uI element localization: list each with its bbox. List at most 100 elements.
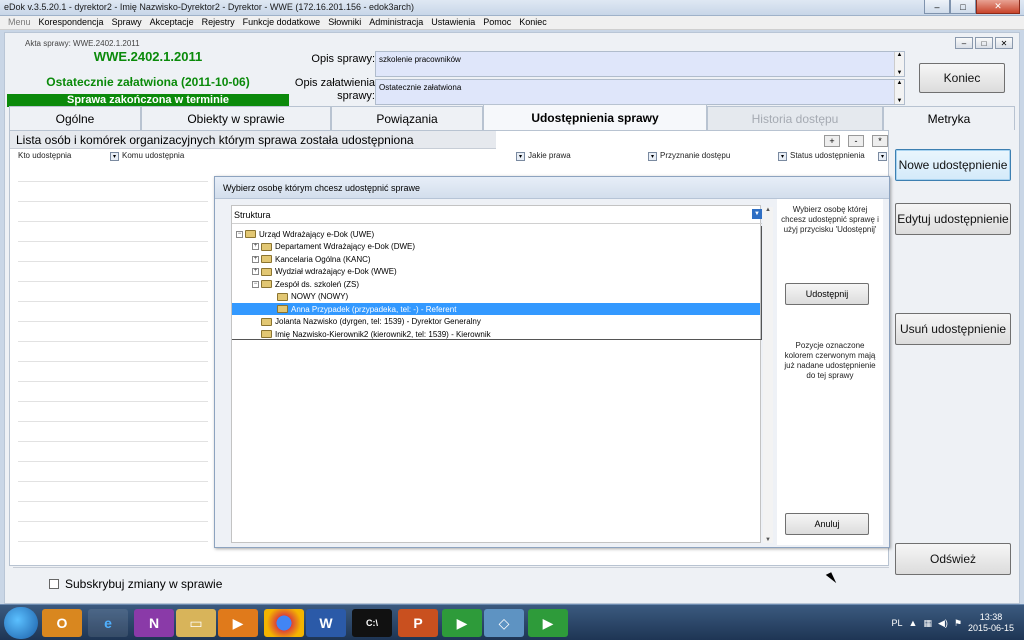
menu-item-korespondencja[interactable]: Korespondencja [35, 16, 108, 29]
odswiez-button[interactable]: Odśwież [895, 543, 1011, 575]
scroll-up-icon[interactable]: ▲ [897, 52, 903, 58]
edok-icon[interactable]: ▶ [442, 609, 482, 637]
tree-node[interactable]: NOWY (NOWY) [232, 291, 348, 303]
edok-icon-2[interactable]: ▶ [528, 609, 568, 637]
scroll-down-icon[interactable]: ▼ [765, 537, 771, 543]
powerpoint-icon[interactable]: P [398, 609, 438, 637]
media-icon[interactable]: ▶ [218, 609, 258, 637]
tree-node[interactable]: + Kancelaria Ogólna (KANC) [232, 253, 371, 265]
toggle-all-button[interactable]: * [872, 135, 888, 147]
opis-sprawy-scrollbar[interactable]: ▲ ▼ [894, 52, 904, 76]
opis-zalatwienia-scrollbar[interactable]: ▲ ▼ [894, 80, 904, 104]
column-filter-icon[interactable]: ▾ [778, 152, 787, 161]
column-filter-icon[interactable]: ▾ [516, 152, 525, 161]
paint-icon[interactable]: ◇ [484, 609, 524, 637]
word-icon[interactable]: W [306, 609, 346, 637]
menu-item-menu[interactable]: Menu [4, 16, 35, 29]
clock[interactable]: 13:38 2015-06-15 [968, 612, 1014, 634]
volume-icon[interactable]: ◀) [938, 618, 948, 629]
subscribe-label: Subskrybuj zmiany w sprawie [65, 577, 223, 591]
tree-node[interactable]: Imię Nazwisko-Kierownik2 (kierownik2, te… [232, 328, 491, 340]
structure-dropdown-icon[interactable]: ▼ [752, 209, 762, 219]
subscribe-row: Subskrybuj zmiany w sprawie [49, 577, 222, 591]
menu-item-akceptacje[interactable]: Akceptacje [146, 16, 198, 29]
koniec-button[interactable]: Koniec [919, 63, 1005, 93]
tree-node[interactable]: + Departament Wdrażający e-Dok (DWE) [232, 241, 415, 253]
language-indicator[interactable]: PL [892, 618, 903, 628]
column-kto-udostepnia[interactable]: Kto udostępnia [18, 151, 71, 163]
column-jakie-prawa[interactable]: Jakie prawa [528, 151, 571, 163]
menu-item-ustawienia[interactable]: Ustawienia [427, 16, 479, 29]
tab-ogolne[interactable]: Ogólne [9, 106, 141, 130]
tree-node[interactable]: − Urząd Wdrażający e-Dok (UWE) [232, 228, 374, 240]
expand-icon[interactable]: + [252, 243, 259, 250]
usun-udostepnienie-button[interactable]: Usuń udostępnienie [895, 313, 1011, 345]
opis-sprawy-field[interactable]: szkolenie pracowników ▲ ▼ [375, 51, 905, 77]
start-button[interactable] [4, 607, 38, 639]
menu-item-funkcje[interactable]: Funkcje dodatkowe [239, 16, 325, 29]
tab-obiekty[interactable]: Obiekty w sprawie [141, 106, 331, 130]
tab-powiazania[interactable]: Powiązania [331, 106, 483, 130]
menu-item-pomoc[interactable]: Pomoc [479, 16, 515, 29]
grid-row-line [18, 441, 208, 442]
column-przyznanie-dostepu[interactable]: Przyznanie dostępu [660, 151, 730, 163]
case-minimize-button[interactable]: – [955, 37, 973, 49]
expand-icon[interactable]: + [252, 255, 259, 263]
tree-node-selected[interactable]: Anna Przypadek (przypadeka, tel: -) - Re… [232, 303, 760, 315]
menu-item-rejestry[interactable]: Rejestry [198, 16, 239, 29]
network-icon[interactable]: ▦ [923, 618, 932, 629]
collapse-icon[interactable]: − [236, 230, 243, 238]
window-titlebar: eDok v.3.5.20.1 - dyrektor2 - Imię Nazwi… [0, 0, 1024, 16]
nowe-udostepnienie-button[interactable]: Nowe udostępnienie [895, 149, 1011, 181]
column-status-udostepnienia[interactable]: Status udostępnienia [790, 151, 865, 163]
case-close-button[interactable]: ✕ [995, 37, 1013, 49]
grid-row-line [18, 301, 208, 302]
tree-node[interactable]: + Wydział wdrażający e-Dok (WWE) [232, 266, 397, 278]
scroll-down-icon[interactable]: ▼ [897, 98, 903, 104]
ie-icon[interactable]: e [88, 609, 128, 637]
tray-arrow-icon[interactable]: ▲ [909, 618, 918, 628]
tree-node[interactable]: − Zespół ds. szkoleń (ZS) [232, 278, 359, 290]
structure-header-label: Struktura [234, 210, 271, 220]
column-filter-icon[interactable]: ▾ [878, 152, 887, 161]
explorer-icon[interactable]: ▭ [176, 609, 216, 637]
chrome-icon[interactable] [264, 609, 304, 637]
collapse-icon[interactable]: − [252, 280, 259, 288]
onenote-icon[interactable]: N [134, 609, 174, 637]
terminal-icon[interactable]: C:\ [352, 609, 392, 637]
column-filter-icon[interactable]: ▾ [648, 152, 657, 161]
grid-row-line [18, 261, 208, 262]
tab-metryka[interactable]: Metryka [883, 106, 1015, 130]
edytuj-udostepnienie-button[interactable]: Edytuj udostępnienie [895, 203, 1011, 235]
minimize-button[interactable]: – [924, 0, 950, 14]
close-button[interactable]: ✕ [976, 0, 1020, 14]
scroll-up-icon[interactable]: ▲ [765, 207, 771, 213]
column-filter-icon[interactable]: ▾ [110, 152, 119, 161]
menu-bar: Menu Korespondencja Sprawy Akceptacje Re… [0, 16, 1024, 30]
subscribe-checkbox[interactable] [49, 579, 59, 589]
tree-node[interactable]: Jolanta Nazwisko (dyrgen, tel: 1539) - D… [232, 316, 481, 328]
flag-icon[interactable]: ⚑ [954, 618, 962, 629]
grid-row-line [18, 461, 208, 462]
opis-zalatwienia-field[interactable]: Ostatecznie załatwiona ▲ ▼ [375, 79, 905, 105]
tree-scrollbar[interactable]: ▲ ▼ [763, 207, 773, 543]
expand-icon[interactable]: + [252, 268, 259, 275]
menu-item-slowniki[interactable]: Słowniki [324, 16, 365, 29]
expand-all-button[interactable]: + [824, 135, 840, 147]
grid-row-line [18, 241, 208, 242]
anuluj-button[interactable]: Anuluj [785, 513, 869, 535]
scroll-down-icon[interactable]: ▼ [897, 70, 903, 76]
menu-item-sprawy[interactable]: Sprawy [108, 16, 146, 29]
collapse-all-button[interactable]: - [848, 135, 864, 147]
case-maximize-button[interactable]: □ [975, 37, 993, 49]
outlook-icon[interactable]: O [42, 609, 82, 637]
menu-item-koniec[interactable]: Koniec [515, 16, 551, 29]
maximize-button[interactable]: □ [950, 0, 976, 14]
column-komu-udostepnia[interactable]: Komu udostępnia [122, 151, 184, 163]
tab-udostepnienia[interactable]: Udostępnienia sprawy [483, 104, 707, 130]
scroll-up-icon[interactable]: ▲ [897, 80, 903, 86]
menu-item-administracja[interactable]: Administracja [365, 16, 427, 29]
udostepnij-button[interactable]: Udostępnij [785, 283, 869, 305]
